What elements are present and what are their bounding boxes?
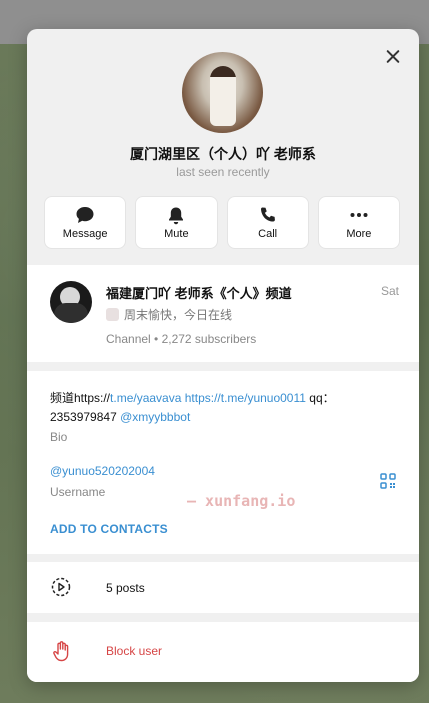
profile-name: 厦门湖里区（个人）吖 老师系 — [130, 146, 316, 162]
channel-subtitle: Channel • 2,272 subscribers — [106, 332, 257, 346]
hand-stop-icon — [53, 641, 69, 662]
avatar-figure — [210, 66, 236, 126]
sticker-icon — [106, 308, 119, 321]
posts-row[interactable]: 5 posts — [27, 562, 419, 613]
profile-status: last seen recently — [176, 165, 270, 179]
mute-label: Mute — [164, 228, 189, 240]
posts-count: 5 posts — [106, 581, 145, 595]
user-info-modal: 厦门湖里区（个人）吖 老师系 last seen recently Messag… — [27, 29, 419, 682]
channel-avatar-body — [54, 303, 88, 323]
channel-last-message: 周末愉快，今日在线 — [106, 306, 232, 323]
block-user-label: Block user — [106, 644, 163, 658]
channel-avatar — [50, 281, 92, 323]
qr-code-icon[interactable] — [380, 473, 396, 489]
stories-play-icon — [51, 577, 71, 597]
username-label: Username — [50, 485, 106, 499]
more-button[interactable]: More — [317, 196, 400, 249]
call-button[interactable]: Call — [226, 196, 309, 249]
bio-link-1[interactable]: t.me/yaavava — [110, 391, 181, 405]
call-label: Call — [258, 228, 278, 240]
bio-link-2[interactable]: https://t.me/yunuo0011 — [185, 391, 306, 405]
info-section: 频道https://t.me/yaavava https://t.me/yunu… — [27, 371, 419, 554]
more-dots-icon — [350, 213, 368, 217]
bio-link-3[interactable]: @xmyybbbot — [120, 410, 190, 424]
message-icon — [76, 207, 94, 223]
phone-icon — [260, 207, 275, 222]
avatar[interactable] — [182, 52, 263, 133]
message-label: Message — [62, 228, 108, 240]
channel-date: Sat — [380, 284, 399, 298]
message-button[interactable]: Message — [44, 196, 127, 249]
more-label: More — [346, 228, 372, 240]
block-user-row[interactable]: Block user — [27, 622, 419, 682]
channel-section[interactable]: 福建厦门吖 老师系《个人》频道 Sat 周末愉快，今日在线 Channel • … — [27, 265, 419, 362]
close-icon[interactable] — [381, 45, 405, 69]
add-to-contacts-button[interactable]: ADD TO CONTACTS — [50, 522, 168, 536]
bio-label: Bio — [50, 430, 68, 444]
bio-text: 频道https://t.me/yaavava https://t.me/yunu… — [50, 389, 390, 427]
channel-title: 福建厦门吖 老师系《个人》频道 — [106, 286, 292, 301]
bell-icon — [169, 207, 184, 225]
watermark: — xunfang.io — [187, 492, 296, 510]
username-value[interactable]: @yunuo520202004 — [50, 464, 155, 478]
action-buttons: Message Mute Call More — [44, 196, 400, 249]
mute-button[interactable]: Mute — [135, 196, 218, 249]
channel-message-text: 周末愉快，今日在线 — [124, 308, 233, 322]
bio-prefix: 频道https:// — [50, 391, 111, 405]
